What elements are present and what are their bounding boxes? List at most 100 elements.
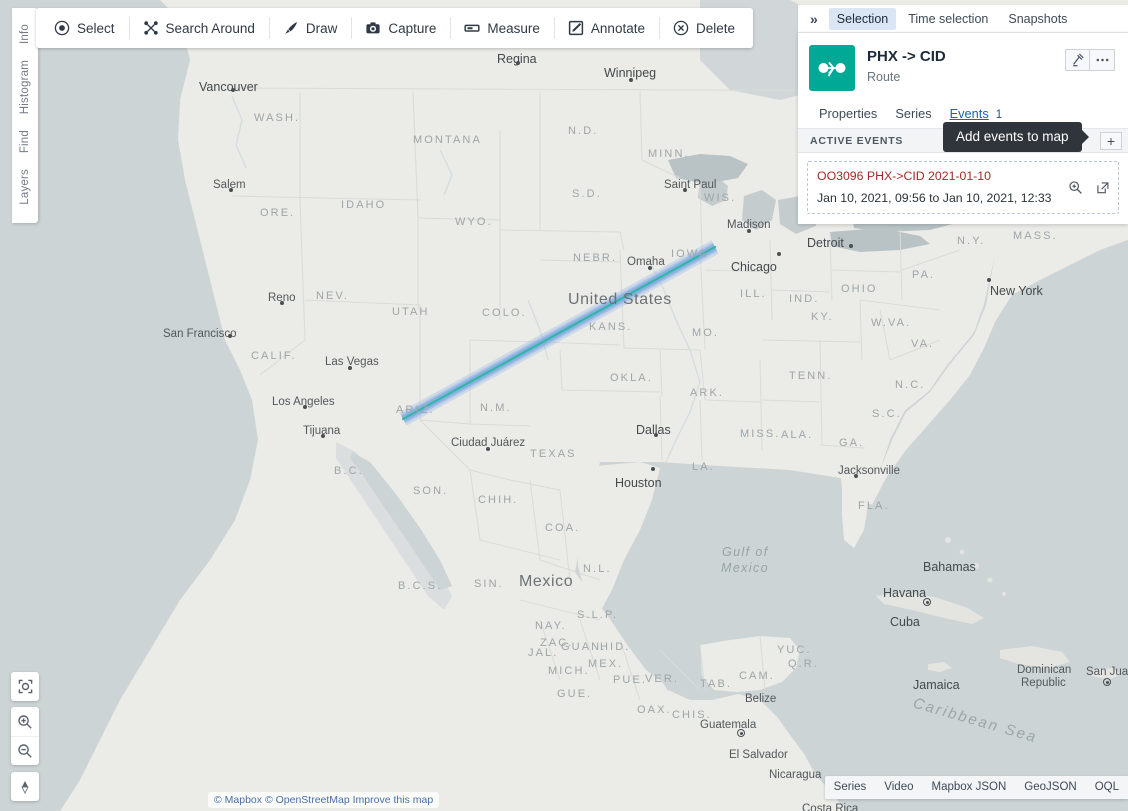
event-time-range: Jan 10, 2021, 09:56 to Jan 10, 2021, 12:… xyxy=(817,190,1052,205)
map-toolbar: Select Search Around Draw Capture Measure Ann… xyxy=(36,8,753,48)
delete-circle-x-icon xyxy=(673,20,689,36)
entity-sub-tab-properties[interactable]: Properties xyxy=(810,101,886,128)
pen-nib-icon xyxy=(285,22,297,34)
right-panel: » Selection Time selection Snapshots PHX -… xyxy=(798,5,1128,224)
zoom-in-button[interactable] xyxy=(11,707,39,736)
left-sidebar-tabs: Info Histogram Find Layers xyxy=(12,8,38,224)
open-external-button[interactable] xyxy=(1096,181,1110,198)
bottom-bar-button-mapbox-json[interactable]: Mapbox JSON xyxy=(923,776,1016,799)
gavel-icon xyxy=(1072,53,1084,67)
sidebar-tab-histogram[interactable]: Histogram xyxy=(19,52,31,122)
map-city-dot xyxy=(348,366,352,370)
sidebar-tab-info[interactable]: Info xyxy=(19,16,31,52)
toolbar-button-delete[interactable]: Delete xyxy=(658,8,749,48)
map-city-dot xyxy=(854,474,858,478)
add-events-tooltip: Add events to map xyxy=(943,122,1082,152)
ellipsis-icon xyxy=(1096,58,1108,62)
map-city-dot xyxy=(229,188,233,192)
map-city-dot xyxy=(321,434,325,438)
map-zoom-group xyxy=(11,707,39,765)
route-icon xyxy=(809,45,855,91)
fit-bounds-button[interactable] xyxy=(11,672,39,701)
toolbar-button-label: Delete xyxy=(695,20,735,36)
event-card-actions xyxy=(1068,180,1110,198)
toolbar-button-measure[interactable]: Measure xyxy=(450,8,554,48)
route-glyph-icon xyxy=(818,61,846,77)
add-events-to-map-button[interactable]: + xyxy=(1100,131,1122,150)
more-options-button[interactable] xyxy=(1090,49,1115,71)
map-capital-dot xyxy=(923,598,931,606)
zoom-in-icon xyxy=(18,714,32,729)
entity-title: PHX -> CID xyxy=(867,48,946,65)
entity-text-block: PHX -> CID Route xyxy=(867,45,1053,84)
sidebar-tab-layers[interactable]: Layers xyxy=(19,161,31,213)
open-external-icon xyxy=(1097,181,1109,193)
toolbar-button-label: Draw xyxy=(305,20,338,36)
panel-tabs-host: Selection Time selection Snapshots xyxy=(828,7,1080,30)
actions-gavel-button[interactable] xyxy=(1065,49,1090,71)
toolbar-button-label: Search Around xyxy=(165,20,255,36)
map-city-dot xyxy=(303,405,307,409)
map-city-dot xyxy=(683,188,687,192)
sidebar-tab-find[interactable]: Find xyxy=(19,122,31,161)
map-attribution: © Mapbox © OpenStreetMap Improve this ma… xyxy=(208,792,440,808)
panel-tab-selection[interactable]: Selection xyxy=(828,7,897,30)
map-city-dot xyxy=(228,334,232,338)
events-list: OO3096 PHX->CID 2021-01-10 Jan 10, 2021, … xyxy=(798,153,1128,224)
map-city-dot xyxy=(654,433,658,437)
panel-tab-snapshots[interactable]: Snapshots xyxy=(1000,8,1075,30)
toolbar-button-label: Select xyxy=(77,20,115,36)
map-city-dot xyxy=(486,447,490,451)
map-city-dot xyxy=(280,301,284,305)
map-city-dot xyxy=(516,61,520,65)
panel-tab-time-selection[interactable]: Time selection xyxy=(900,8,996,30)
map-capital-dot xyxy=(737,729,745,737)
measure-icon xyxy=(464,24,480,32)
map-city-dot xyxy=(849,244,853,248)
toolbar-button-annotate[interactable]: Annotate xyxy=(553,8,659,48)
compass-needle-icon xyxy=(21,780,29,794)
entity-sub-tab-badge: 1 xyxy=(995,109,1003,121)
bottom-bar-button-geojson[interactable]: GeoJSON xyxy=(1015,776,1085,799)
entity-sub-tab-series[interactable]: Series xyxy=(886,101,940,128)
toolbar-button-label: Annotate xyxy=(590,20,645,36)
camera-icon xyxy=(366,22,380,34)
search-around-icon xyxy=(143,21,158,35)
entity-sub-tab-label: Events xyxy=(949,106,989,121)
attribution-improve[interactable]: Improve this map xyxy=(353,794,434,806)
entity-subtitle: Route xyxy=(867,70,901,85)
panel-tab-bar: » Selection Time selection Snapshots xyxy=(798,5,1128,33)
map-fit-bounds-group xyxy=(11,672,39,701)
zoom-out-button[interactable] xyxy=(11,736,39,765)
active-events-header: ACTIVE EVENTS xyxy=(810,134,904,147)
attribution-mapbox[interactable]: © Mapbox xyxy=(214,794,262,806)
map-city-dot xyxy=(648,266,652,270)
map-city-dot xyxy=(987,278,991,282)
select-target-icon xyxy=(54,20,70,36)
map-compass-group xyxy=(11,772,39,801)
compass-button[interactable] xyxy=(11,772,39,801)
collapse-panel-chevron-icon[interactable]: » xyxy=(806,11,829,27)
toolbar-button-label: Capture xyxy=(388,20,437,36)
bottom-bar-button-series[interactable]: Series xyxy=(825,776,876,799)
zoom-to-event-icon xyxy=(1069,181,1082,194)
map-city-dot xyxy=(747,229,751,233)
entity-sub-tab-label: Properties xyxy=(819,106,878,121)
event-title[interactable]: OO3096 PHX->CID 2021-01-10 xyxy=(817,169,1109,185)
toolbar-button-select[interactable]: Select xyxy=(40,8,129,48)
bottom-right-toolbar: Series Video Mapbox JSON GeoJSON OQL xyxy=(824,776,1128,799)
toolbar-button-draw[interactable]: Draw xyxy=(268,8,352,48)
bottom-bar-button-video[interactable]: Video xyxy=(875,776,922,799)
zoom-to-event-button[interactable] xyxy=(1068,180,1083,198)
bottom-bar-button-oql[interactable]: OQL xyxy=(1086,776,1128,799)
entity-header: PHX -> CID Route xyxy=(798,33,1128,101)
fit-bounds-icon xyxy=(18,679,32,694)
attribution-osm[interactable]: © OpenStreetMap xyxy=(265,794,350,806)
toolbar-button-capture[interactable]: Capture xyxy=(351,8,450,48)
map-city-dot xyxy=(651,467,655,471)
route-path[interactable] xyxy=(399,240,719,426)
event-card[interactable]: OO3096 PHX->CID 2021-01-10 Jan 10, 2021, … xyxy=(807,161,1119,214)
toolbar-button-search-around[interactable]: Search Around xyxy=(128,8,269,48)
map-city-dot xyxy=(629,78,633,82)
map-city-dot xyxy=(777,252,781,256)
